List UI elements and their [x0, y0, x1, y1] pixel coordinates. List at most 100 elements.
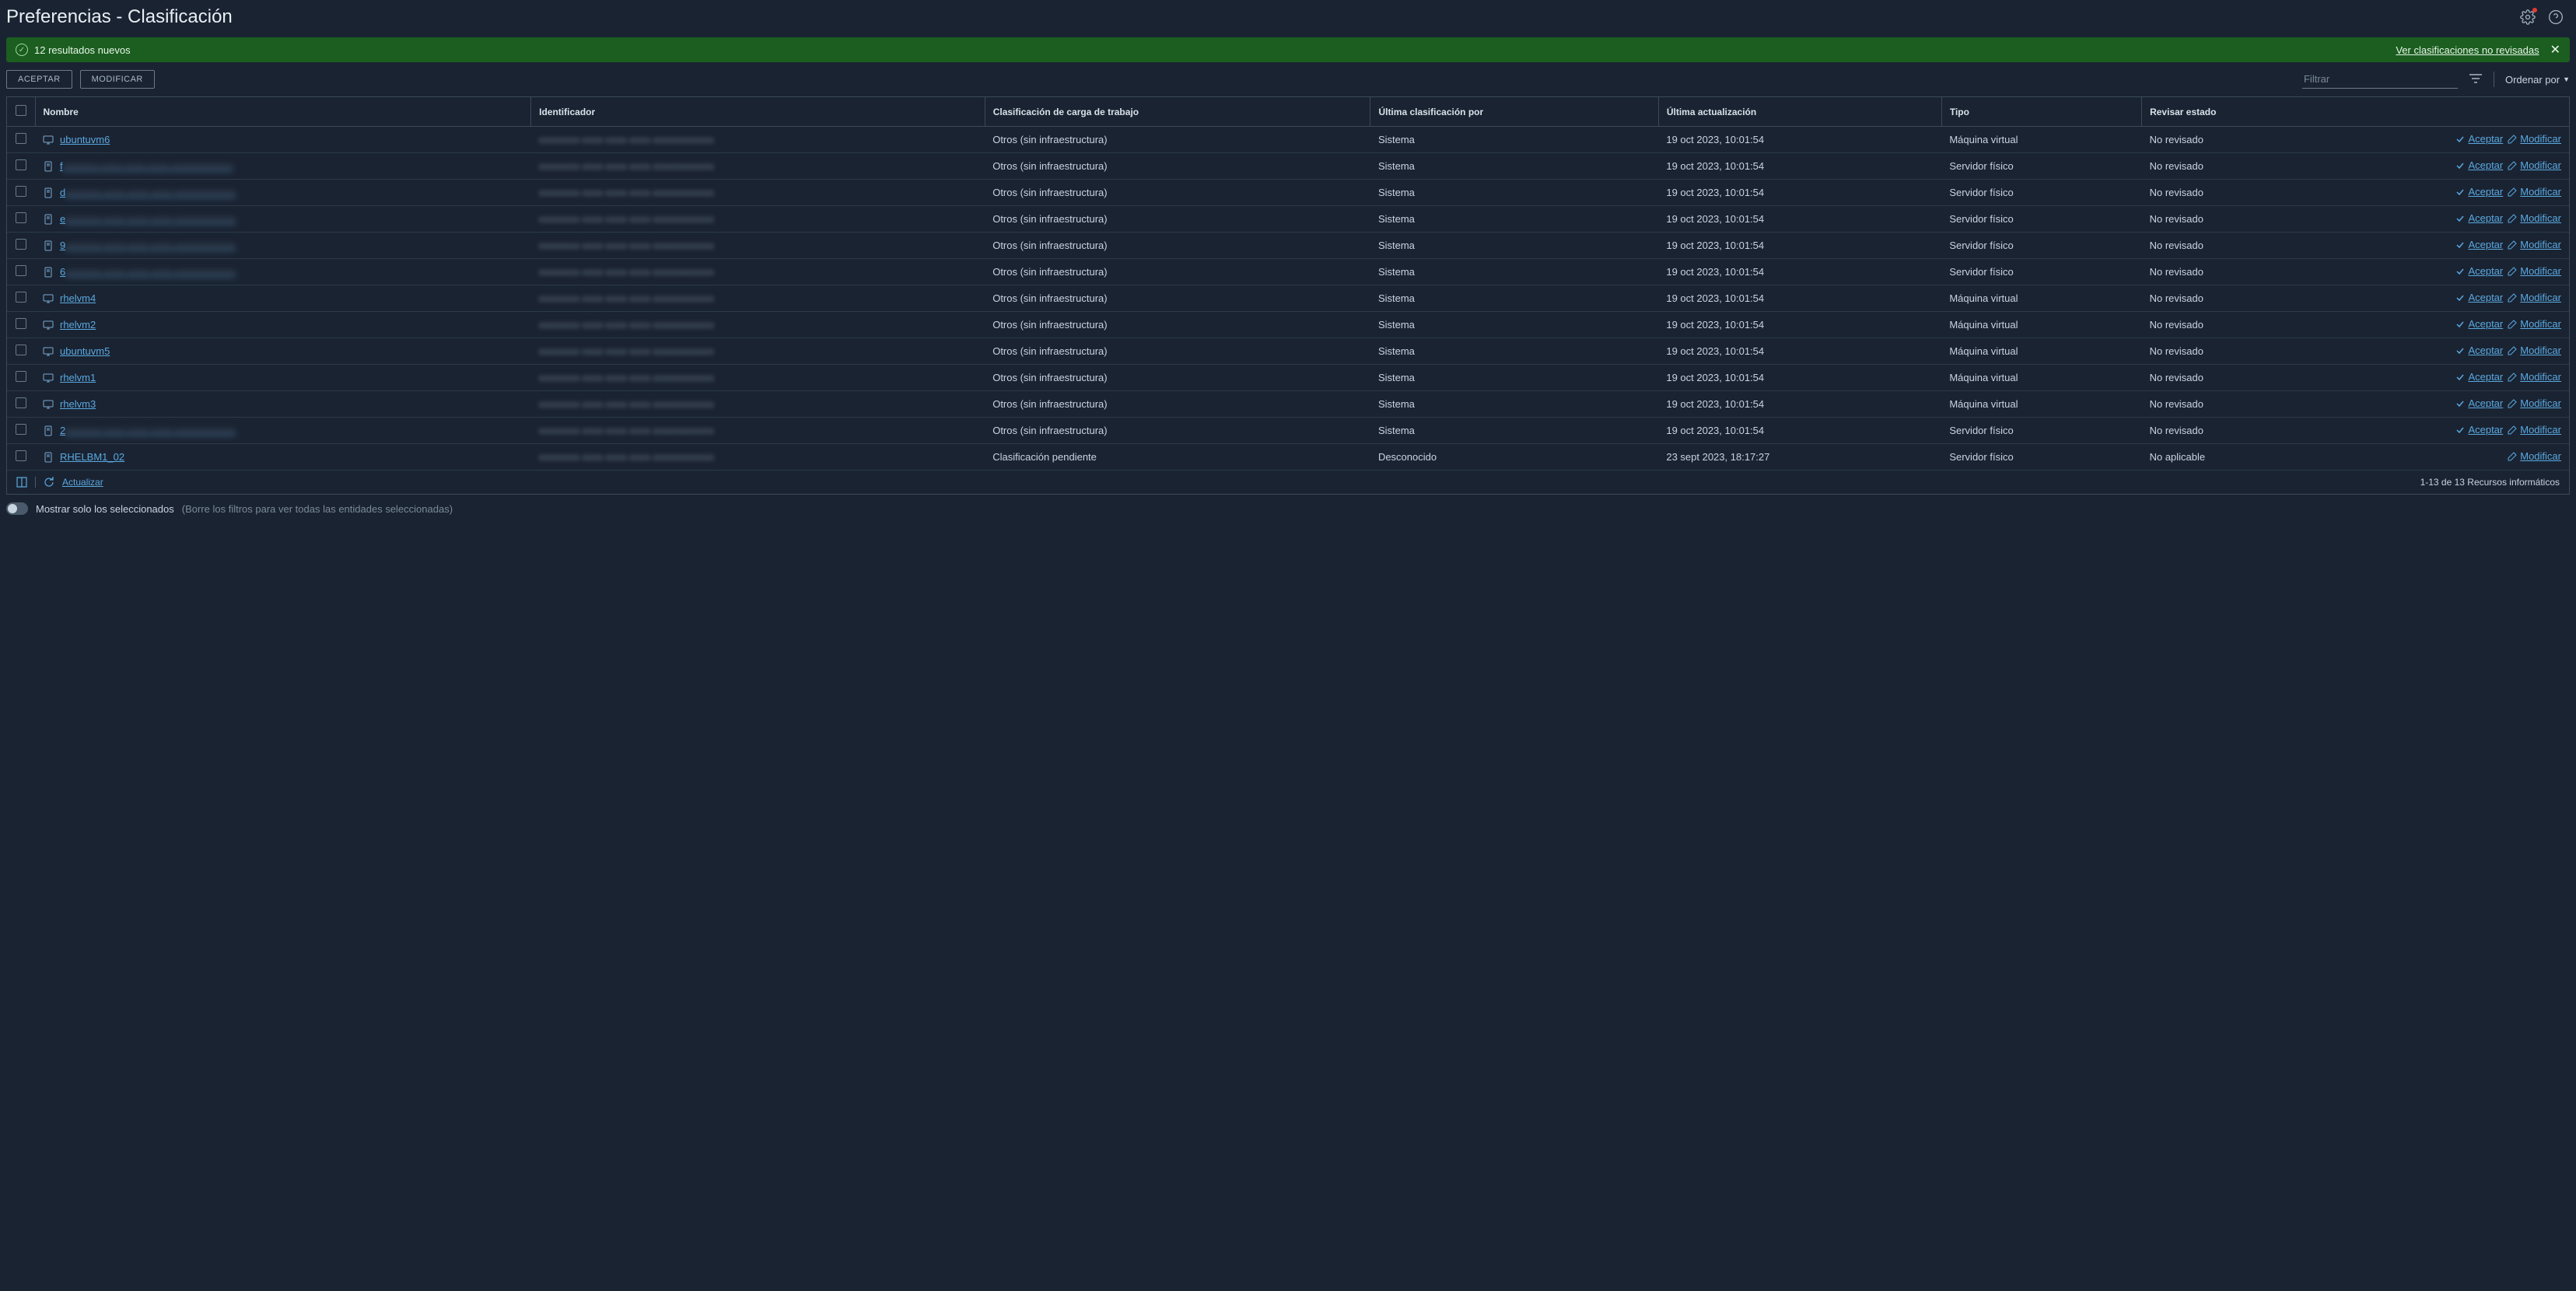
accept-action[interactable]: Aceptar — [2455, 239, 2503, 250]
row-review: No revisado Aceptar Modificar — [2142, 391, 2569, 418]
row-review: No revisado Aceptar Modificar — [2142, 233, 2569, 259]
modify-action[interactable]: Modificar — [2508, 371, 2561, 383]
row-checkbox[interactable] — [16, 318, 26, 329]
row-identifier: xxxxxxxx-xxxx-xxxx-xxxx-xxxxxxxxxxxx — [539, 319, 714, 331]
row-name-link[interactable]: rhelvm1 — [60, 372, 96, 383]
row-checkbox[interactable] — [16, 424, 26, 435]
row-checkbox[interactable] — [16, 186, 26, 197]
edit-icon — [2508, 214, 2517, 223]
check-icon — [2455, 267, 2465, 276]
filter-icon[interactable] — [2469, 73, 2483, 86]
check-circle-icon: ✓ — [16, 44, 28, 56]
col-updated[interactable]: Última actualización — [1658, 97, 1941, 127]
accept-action[interactable]: Aceptar — [2455, 265, 2503, 277]
modify-action[interactable]: Modificar — [2508, 292, 2561, 303]
check-icon — [2455, 240, 2465, 250]
accept-action[interactable]: Aceptar — [2455, 318, 2503, 330]
settings-icon[interactable] — [2520, 9, 2536, 25]
server-icon — [43, 425, 54, 436]
row-classified-by: Sistema — [1370, 285, 1658, 312]
row-checkbox[interactable] — [16, 345, 26, 355]
modify-action[interactable]: Modificar — [2508, 133, 2561, 145]
row-name-link[interactable]: ubuntuvm6 — [60, 134, 110, 145]
row-checkbox[interactable] — [16, 239, 26, 250]
accept-button[interactable]: ACEPTAR — [6, 70, 72, 89]
row-name-link[interactable]: 9xxxxxxx-xxxx-xxxx-xxxx-xxxxxxxxxxxx — [60, 240, 236, 251]
col-type[interactable]: Tipo — [1941, 97, 2141, 127]
row-checkbox[interactable] — [16, 159, 26, 170]
row-name-link[interactable]: dxxxxxxx-xxxx-xxxx-xxxx-xxxxxxxxxxxx — [60, 187, 236, 198]
help-icon[interactable] — [2548, 9, 2564, 25]
accept-action[interactable]: Aceptar — [2455, 371, 2503, 383]
modify-action[interactable]: Modificar — [2508, 397, 2561, 409]
modify-action[interactable]: Modificar — [2508, 265, 2561, 277]
row-name-link[interactable]: exxxxxxx-xxxx-xxxx-xxxx-xxxxxxxxxxxx — [60, 213, 236, 225]
sort-dropdown[interactable]: Ordenar por ▼ — [2505, 74, 2570, 86]
close-icon[interactable]: ✕ — [2550, 42, 2560, 58]
row-name-link[interactable]: rhelvm4 — [60, 292, 96, 304]
row-classified-by: Sistema — [1370, 312, 1658, 338]
vm-icon — [43, 346, 54, 357]
row-classified-by: Sistema — [1370, 418, 1658, 444]
row-workload: Otros (sin infraestructura) — [985, 180, 1370, 206]
table-row: fxxxxxxx-xxxx-xxxx-xxxx-xxxxxxxxxxxxxxxx… — [7, 153, 2569, 180]
accept-action[interactable]: Aceptar — [2455, 186, 2503, 198]
col-name[interactable]: Nombre — [35, 97, 531, 127]
edit-icon — [2508, 425, 2517, 435]
refresh-link[interactable]: Actualizar — [62, 477, 103, 488]
accept-action[interactable]: Aceptar — [2455, 397, 2503, 409]
row-checkbox[interactable] — [16, 133, 26, 144]
modify-action[interactable]: Modificar — [2508, 239, 2561, 250]
col-identifier[interactable]: Identificador — [531, 97, 985, 127]
row-checkbox[interactable] — [16, 212, 26, 223]
check-icon — [2455, 135, 2465, 144]
columns-icon[interactable] — [16, 477, 27, 488]
modify-action[interactable]: Modificar — [2508, 159, 2561, 171]
col-review[interactable]: Revisar estado — [2142, 97, 2569, 127]
row-review: No aplicable Modificar — [2142, 444, 2569, 471]
filter-input[interactable] — [2302, 70, 2458, 89]
row-checkbox[interactable] — [16, 397, 26, 408]
modify-action[interactable]: Modificar — [2508, 424, 2561, 436]
row-workload: Otros (sin infraestructura) — [985, 312, 1370, 338]
row-name-link[interactable]: ubuntuvm5 — [60, 345, 110, 357]
data-table: Nombre Identificador Clasificación de ca… — [6, 96, 2570, 471]
row-type: Máquina virtual — [1941, 127, 2141, 153]
modify-button[interactable]: MODIFICAR — [80, 70, 155, 89]
modify-action[interactable]: Modificar — [2508, 450, 2561, 462]
row-name-link[interactable]: 6xxxxxxx-xxxx-xxxx-xxxx-xxxxxxxxxxxx — [60, 266, 236, 278]
accept-action[interactable]: Aceptar — [2455, 345, 2503, 356]
row-checkbox[interactable] — [16, 265, 26, 276]
accept-action[interactable]: Aceptar — [2455, 424, 2503, 436]
accept-action[interactable]: Aceptar — [2455, 292, 2503, 303]
row-name-link[interactable]: rhelvm2 — [60, 319, 96, 331]
row-name-link[interactable]: 2xxxxxxx-xxxx-xxxx-xxxx-xxxxxxxxxxxx — [60, 425, 236, 436]
row-workload: Otros (sin infraestructura) — [985, 206, 1370, 233]
row-updated: 19 oct 2023, 10:01:54 — [1658, 233, 1941, 259]
row-type: Servidor físico — [1941, 233, 2141, 259]
accept-action[interactable]: Aceptar — [2455, 212, 2503, 224]
row-review: No revisado Aceptar Modificar — [2142, 153, 2569, 180]
row-identifier: xxxxxxxx-xxxx-xxxx-xxxx-xxxxxxxxxxxx — [539, 345, 714, 357]
select-all-checkbox[interactable] — [16, 105, 26, 116]
edit-icon — [2508, 320, 2517, 329]
row-name-link[interactable]: RHELBM1_02 — [60, 451, 124, 463]
row-checkbox[interactable] — [16, 450, 26, 461]
row-checkbox[interactable] — [16, 292, 26, 303]
modify-action[interactable]: Modificar — [2508, 186, 2561, 198]
row-name-link[interactable]: rhelvm3 — [60, 398, 96, 410]
accept-action[interactable]: Aceptar — [2455, 159, 2503, 171]
col-workload[interactable]: Clasificación de carga de trabajo — [985, 97, 1370, 127]
modify-action[interactable]: Modificar — [2508, 318, 2561, 330]
row-checkbox[interactable] — [16, 371, 26, 382]
row-name-link[interactable]: fxxxxxxx-xxxx-xxxx-xxxx-xxxxxxxxxxxx — [60, 160, 233, 172]
refresh-icon[interactable] — [44, 477, 54, 488]
banner-link[interactable]: Ver clasificaciones no revisadas — [2396, 44, 2539, 56]
table-row: rhelvm1xxxxxxxx-xxxx-xxxx-xxxx-xxxxxxxxx… — [7, 365, 2569, 391]
modify-action[interactable]: Modificar — [2508, 345, 2561, 356]
modify-action[interactable]: Modificar — [2508, 212, 2561, 224]
show-selected-toggle[interactable] — [6, 502, 28, 515]
col-classified-by[interactable]: Última clasificación por — [1370, 97, 1658, 127]
table-row: 2xxxxxxx-xxxx-xxxx-xxxx-xxxxxxxxxxxxxxxx… — [7, 418, 2569, 444]
accept-action[interactable]: Aceptar — [2455, 133, 2503, 145]
